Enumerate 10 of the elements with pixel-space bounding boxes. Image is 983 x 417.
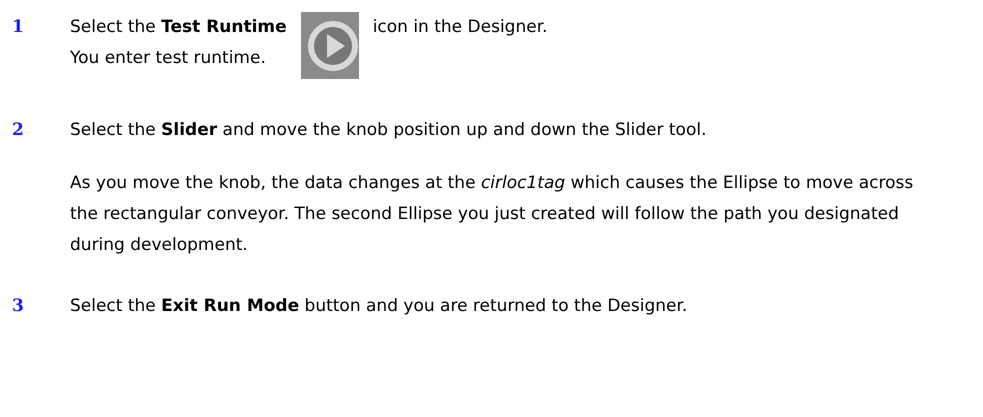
step-text-end: icon in the Designer.	[372, 16, 548, 39]
step-text: Select the Test Runtime	[70, 16, 287, 39]
step-number: 2	[11, 119, 25, 142]
step-number: 3	[11, 295, 25, 318]
step-text: Select the Slider and move the knob position up and down the Slider tool.	[70, 119, 708, 142]
play-icon	[300, 12, 359, 79]
step-text: Select the Exit Run Mode button and you are returned to the Designer.	[70, 295, 688, 318]
step-number: 1	[11, 16, 25, 39]
step-result-text: You enter test runtime.	[70, 47, 267, 70]
step-result-text: As you move the knob, the data changes at the cirloc1tag which causes the Ellipse to move across the rectangular conveyor. The second Ellipse you just created will follow the path you designated during development.	[70, 172, 914, 257]
